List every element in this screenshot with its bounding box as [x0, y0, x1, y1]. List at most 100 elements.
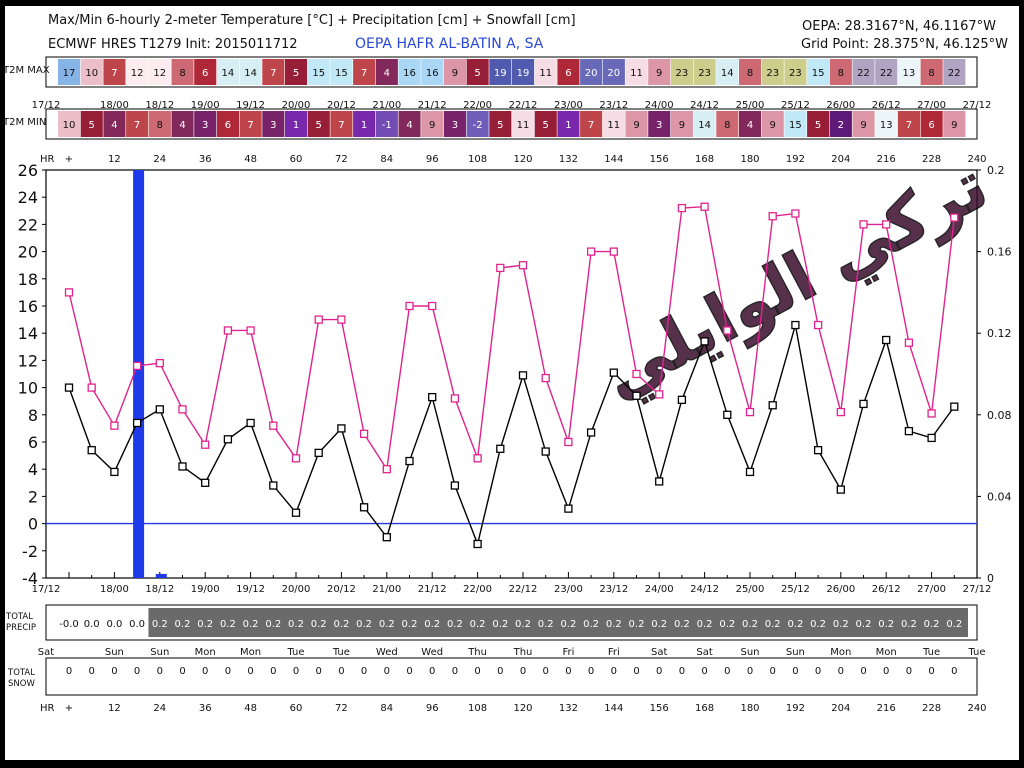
max-temp-point [155, 358, 164, 368]
day-label: Wed [421, 647, 443, 658]
t2m-max-value: 8 [179, 68, 185, 79]
max-temp-point [450, 394, 460, 403]
snow-value: 0 [860, 666, 866, 677]
precip-value: -0.0 [59, 619, 79, 630]
max-temp-point [178, 405, 187, 414]
precip-value: 0.2 [856, 619, 872, 630]
hr-tick-label: 36 [199, 154, 212, 165]
precip-value: 0.2 [697, 619, 713, 630]
t2m-max-value: 19 [517, 68, 530, 79]
t2m-min-value: 7 [906, 120, 912, 131]
precip-value: 0.2 [243, 619, 259, 630]
t2m-min-value: 4 [406, 120, 412, 131]
min-temp-point [586, 428, 596, 437]
day-label: Wed [376, 647, 398, 658]
t2m-min-value: 9 [860, 120, 866, 131]
min-temp-point [246, 418, 255, 428]
x-date-tick-label: 19/12 [236, 584, 265, 595]
snow-value: 0 [316, 666, 322, 677]
station-coords: OEPA: 28.3167°N, 46.1167°W [802, 19, 996, 34]
snow-value: 0 [724, 666, 730, 677]
grid-point: Grid Point: 28.375°N, 46.125°W [801, 37, 1009, 52]
max-temp-point [246, 326, 255, 335]
max-temp-point [314, 315, 323, 324]
min-temp-point [64, 383, 74, 392]
snow-value: 0 [792, 666, 798, 677]
t2m-max-value: 7 [111, 68, 117, 79]
t2m-min-value: 1 [293, 120, 299, 131]
hr-tick-label: 156 [650, 154, 669, 165]
max-temp-point [337, 315, 346, 324]
snow-value: 0 [928, 666, 934, 677]
precip-value: 0.2 [742, 619, 758, 630]
t2m-max-value: 20 [607, 68, 620, 79]
precip-value: 0.2 [833, 619, 849, 630]
x-date-tick-label: 23/00 [554, 584, 583, 595]
snow-row-label: SNOW [8, 679, 35, 689]
hr-tick-label: 72 [335, 154, 348, 165]
precip-value: 0.2 [447, 619, 463, 630]
x-date-tick-label: 26/12 [872, 584, 901, 595]
max-temp-point [677, 203, 687, 213]
day-label: Sun [740, 647, 759, 658]
min-temp-point [291, 508, 301, 517]
t2m-max-value: 5 [293, 68, 299, 79]
max-temp-point [768, 212, 777, 221]
min-temp-point [541, 447, 550, 456]
y-tick-label: 16 [18, 297, 38, 316]
day-label: Sat [38, 647, 54, 658]
snow-value: 0 [338, 666, 344, 677]
t2m-max-value: 14 [222, 68, 235, 79]
max-temp-point [813, 320, 823, 330]
t2m-min-value: 9 [633, 120, 639, 131]
y-tick-label: 2 [28, 487, 38, 506]
date-tick-label: 25/12 [781, 100, 810, 111]
t2m-min-value: 2 [838, 120, 844, 131]
max-temp-point [541, 373, 550, 383]
day-label: Tue [967, 647, 985, 658]
snow-value: 0 [497, 666, 503, 677]
snow-value: 0 [134, 666, 140, 677]
max-temp-point [859, 220, 868, 229]
t2m-max-value: 15 [312, 68, 325, 79]
precip-value: 0.2 [515, 619, 531, 630]
t2m-max-value: 23 [789, 68, 802, 79]
precip-value: 0.2 [946, 619, 962, 630]
precip-value: 0.2 [719, 619, 735, 630]
hr-tick-label-bottom: 144 [604, 703, 623, 714]
y-tick-label: 26 [18, 161, 38, 180]
max-temp-point [428, 301, 437, 311]
t2m-min-value: 9 [951, 120, 957, 131]
snow-value: 0 [361, 666, 367, 677]
max-temp-point [655, 390, 664, 399]
t2m-max-value: 22 [857, 68, 870, 79]
max-temp-point [927, 409, 936, 418]
min-temp-point [700, 337, 709, 346]
min-temp-point [405, 456, 414, 466]
snow-value: 0 [679, 666, 685, 677]
x-date-tick-label: 27/12 [963, 584, 992, 595]
date-tick-label: 24/12 [690, 100, 719, 111]
hr-tick-label-bottom: 132 [559, 703, 578, 714]
max-temp-point [791, 209, 800, 218]
t2m-max-value: 13 [903, 68, 916, 79]
hr-tick-label: 204 [831, 154, 850, 165]
x-date-tick-label: 26/00 [826, 584, 855, 595]
t2m-max-value: 12 [131, 68, 144, 79]
t2m-max-value: 6 [565, 68, 571, 79]
t2m-max-value: 20 [585, 68, 598, 79]
hr-tick-label-bottom: 84 [380, 703, 393, 714]
max-temp-point [64, 288, 74, 297]
precip-value: 0.2 [288, 619, 304, 630]
min-temp-point [564, 504, 573, 513]
precip-bar [155, 573, 167, 578]
t2m-max-value: 22 [948, 68, 961, 79]
day-label: Sun [105, 647, 124, 658]
max-temp-point [700, 202, 709, 211]
t2m-min-value: 8 [724, 120, 730, 131]
max-temp-point [564, 437, 573, 447]
snow-value: 0 [293, 666, 299, 677]
t2m-min-value: 7 [338, 120, 344, 131]
precip-value: 0.2 [787, 619, 803, 630]
hr-tick-label-bottom: 216 [877, 703, 896, 714]
